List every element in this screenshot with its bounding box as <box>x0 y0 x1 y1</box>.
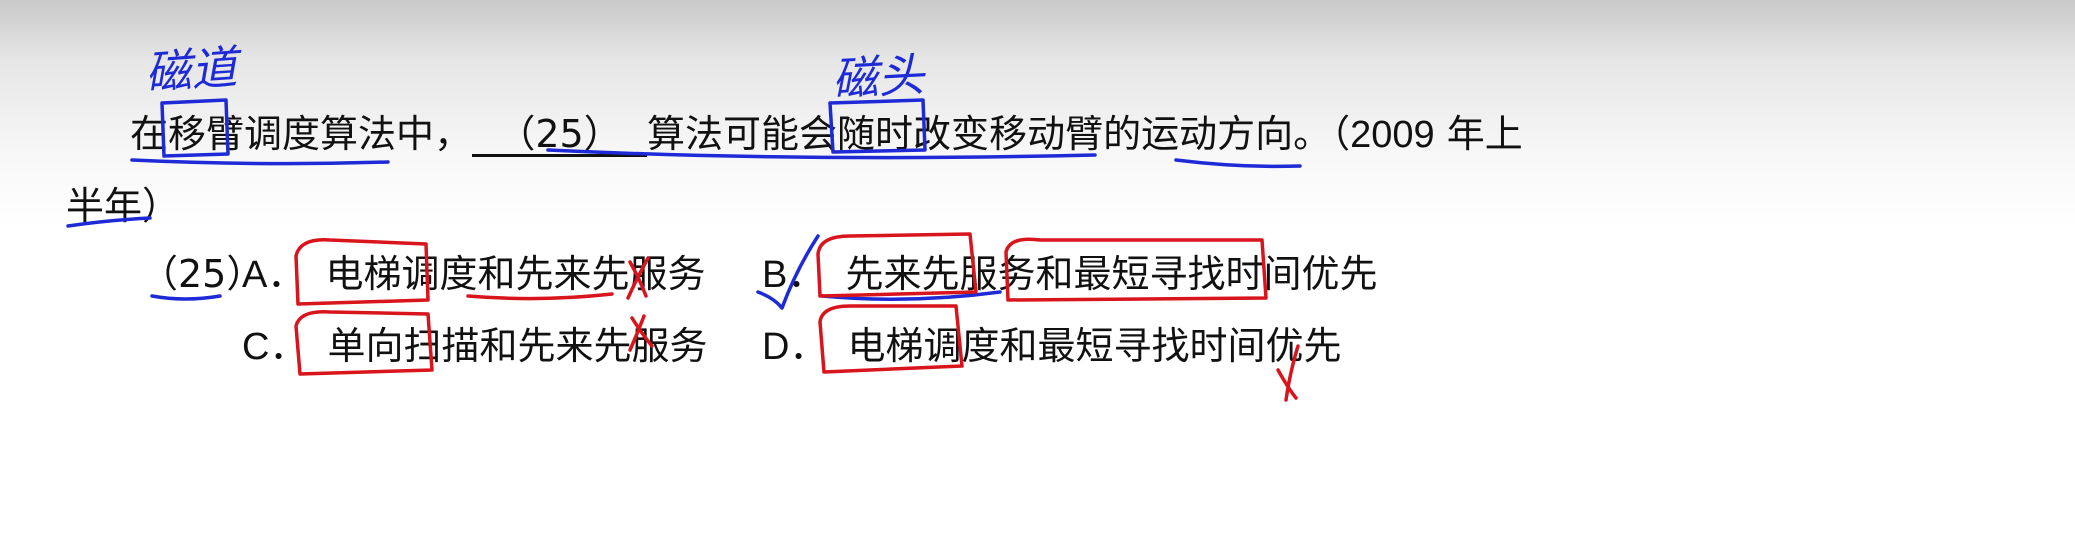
question-after-blank: 算法可能会随时改变 <box>647 112 990 156</box>
handwritten-note-head: 磁头 <box>830 47 926 107</box>
option-c-text: 单向扫描和先来先服务 <box>327 324 708 368</box>
option-d-letter: D． <box>762 326 828 368</box>
blank-number: （25） <box>497 112 622 156</box>
option-a-letter: A． <box>242 254 306 296</box>
option-d: D． 电梯调度和最短寻找时间优先 <box>762 320 1342 373</box>
question-suffix: 的运动方向。（ <box>1103 112 1351 156</box>
corner-decoration <box>2015 20 2075 70</box>
option-c: C． 单向扫描和先来先服务 <box>242 320 708 373</box>
question-line-1: 在移臂调度算法中， （25） 算法可能会随时改变移动臂的运动方向。（2009 年上 <box>130 108 1523 161</box>
term-arm: 移臂 <box>168 112 245 156</box>
answer-blank: （25） <box>472 112 648 157</box>
option-d-text: 电梯调度和最短寻找时间优先 <box>847 324 1342 368</box>
option-a: A． 电梯调度和先来先服务 <box>242 248 705 301</box>
option-b: B． 先来先服务和最短寻找时间优先 <box>762 248 1377 301</box>
option-b-letter: B． <box>762 254 826 296</box>
question-line-2: 半年） <box>66 180 180 232</box>
option-b-text: 先来先服务和最短寻找时间优先 <box>845 252 1378 296</box>
question-prefix: 在 <box>130 112 169 156</box>
term-moving-arm: 移动臂 <box>989 112 1104 156</box>
handwritten-note-arm: 磁道 <box>143 39 239 101</box>
question-line-2-text: 半年） <box>66 184 181 228</box>
question-year-suffix: 年上 <box>1434 112 1523 156</box>
question-year: 2009 <box>1350 114 1435 156</box>
question-mid: 调度算法中， <box>244 112 473 156</box>
option-c-letter: C． <box>242 326 308 368</box>
option-a-text: 电梯调度和先来先服务 <box>325 252 706 296</box>
